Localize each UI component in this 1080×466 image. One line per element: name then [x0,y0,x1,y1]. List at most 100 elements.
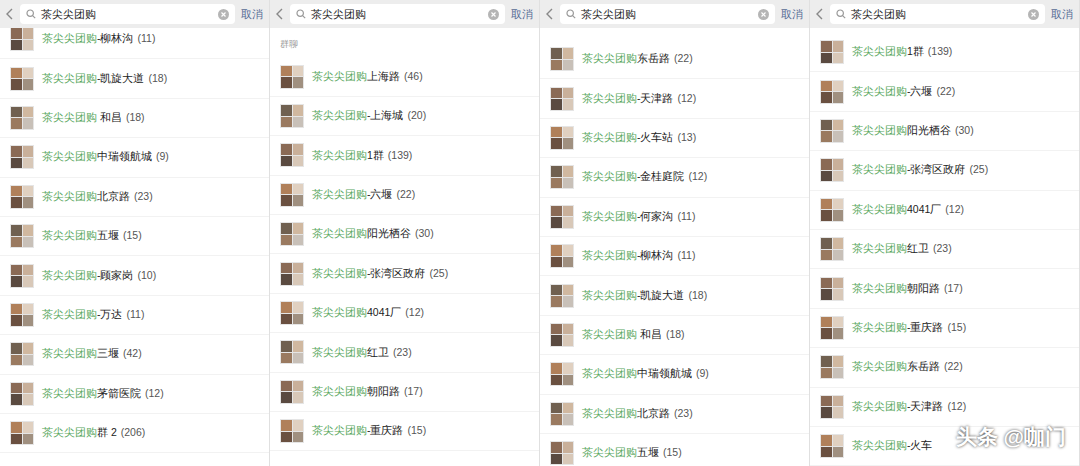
group-row[interactable]: 茶尖尖团购北京路(23) [540,395,809,434]
group-avatar [820,237,844,261]
group-name: 茶尖尖团购-天津路 [852,399,944,415]
watermark: 头条 @咖门 [956,421,1066,453]
member-count: (30) [955,123,974,139]
group-name: 茶尖尖团购-万达 [42,307,123,323]
group-row[interactable]: 茶尖尖团购五堰(15) [540,434,809,466]
search-query: 茶尖尖团购 [581,6,753,23]
group-row[interactable]: 茶尖尖团购东岳路(22) [540,40,809,79]
search-field[interactable]: 茶尖尖团购 [290,4,505,24]
search-field[interactable]: 茶尖尖团购 [20,4,235,24]
group-avatar [820,40,844,64]
clear-icon[interactable] [488,9,499,20]
group-row[interactable]: 茶尖尖团购-凯旋大道(18) [540,276,809,315]
member-count: (12) [678,91,697,107]
group-row[interactable]: 茶尖尖团购红卫(23) [810,230,1079,269]
group-row[interactable]: 茶尖尖团购五堰(15) [0,217,269,256]
phone-screenshot: 茶尖尖团购取消茶尖尖团购-柳林沟(11)茶尖尖团购-凯旋大道(18)茶尖尖团购 … [0,0,270,466]
group-avatar [550,126,574,150]
search-icon [296,9,306,19]
group-avatar [10,264,34,288]
cancel-button[interactable]: 取消 [511,6,533,23]
group-row[interactable]: 茶尖尖团购-重庆路(15) [810,309,1079,348]
member-count: (11) [678,209,696,225]
group-avatar [550,87,574,111]
clear-icon[interactable] [218,9,229,20]
group-name: 茶尖尖团购-柳林沟 [42,31,134,47]
cancel-button[interactable]: 取消 [241,6,263,23]
group-avatar [550,165,574,189]
group-row[interactable]: 茶尖尖团购-重庆路(15) [270,412,539,451]
member-count: (18) [689,288,708,304]
group-row[interactable]: 茶尖尖团购阳光栖谷(30) [810,112,1079,151]
group-row[interactable]: 茶尖尖团购朝阳路(17) [810,269,1079,308]
group-row[interactable]: 茶尖尖团购-火车站(13) [540,119,809,158]
group-row[interactable]: 茶尖尖团购 和昌(18) [540,316,809,355]
group-row[interactable]: 茶尖尖团购-凯旋大道(18) [0,59,269,98]
back-icon[interactable] [816,8,824,20]
group-name: 茶尖尖团购4041厂 [852,202,941,218]
group-row[interactable]: 茶尖尖团购上海路(46) [270,58,539,97]
member-count: (12) [145,386,164,402]
back-icon[interactable] [546,8,554,20]
group-row[interactable]: 茶尖尖团购群 2(206) [0,414,269,453]
member-count: (42) [123,346,142,362]
group-row[interactable]: 茶尖尖团购茅箭医院(12) [0,375,269,414]
clear-icon[interactable] [758,9,769,20]
group-row[interactable]: 茶尖尖团购 和昌(18) [0,99,269,138]
group-row[interactable]: 茶尖尖团购-六堰(22) [810,72,1079,111]
group-row[interactable]: 茶尖尖团购东岳路(22) [810,348,1079,387]
group-row[interactable]: 茶尖尖团购4041厂(12) [270,294,539,333]
group-avatar [550,362,574,386]
member-count: (22) [674,51,693,67]
clear-icon[interactable] [1028,9,1039,20]
group-name: 茶尖尖团购-柳林沟 [582,248,674,264]
member-count: (18) [666,327,685,343]
group-avatar [280,65,304,89]
group-name: 茶尖尖团购-火车 [852,438,933,454]
group-row[interactable]: 茶尖尖团购-张湾区政府(25) [270,254,539,293]
cancel-button[interactable]: 取消 [1051,6,1073,23]
group-row[interactable]: 茶尖尖团购4041厂(12) [810,191,1079,230]
group-avatar [820,80,844,104]
group-name: 茶尖尖团购-火车站 [582,130,674,146]
group-row[interactable]: 茶尖尖团购阳光栖谷(30) [270,215,539,254]
group-row[interactable]: 茶尖尖团购-上海城(20) [270,97,539,136]
back-icon[interactable] [6,8,14,20]
group-row[interactable]: 茶尖尖团购红卫(23) [270,333,539,372]
search-bar: 茶尖尖团购 取消 [540,0,809,28]
group-row[interactable]: 茶尖尖团购-六堰(22) [270,176,539,215]
search-field[interactable]: 茶尖尖团购 [830,4,1045,24]
group-row[interactable]: 茶尖尖团购中瑞领航城(9) [0,138,269,177]
group-row[interactable]: 茶尖尖团购朝阳路(17) [270,373,539,412]
group-row[interactable]: 茶尖尖团购-柳林沟(11) [540,237,809,276]
group-row[interactable]: 茶尖尖团购三堰(42) [0,335,269,374]
group-name: 茶尖尖团购-凯旋大道 [582,288,685,304]
search-query: 茶尖尖团购 [851,6,1023,23]
group-row[interactable]: 茶尖尖团购-天津路(12) [810,388,1079,427]
group-row[interactable]: 茶尖尖团购-顾家岗(10) [0,256,269,295]
member-count: (206) [121,425,146,441]
member-count: (46) [404,69,423,85]
group-row[interactable]: 茶尖尖团购-金桂庭院(12) [540,158,809,197]
group-avatar [550,323,574,347]
group-name: 茶尖尖团购五堰 [42,228,119,244]
group-row[interactable]: 茶尖尖团购-张湾区政府(25) [810,151,1079,190]
member-count: (23) [674,406,693,422]
group-row[interactable]: 茶尖尖团购1群(139) [270,136,539,175]
group-row[interactable]: 茶尖尖团购-天津路(12) [540,79,809,118]
group-row[interactable]: 茶尖尖团购1群(139) [810,33,1079,72]
group-name: 茶尖尖团购-重庆路 [852,320,944,336]
group-row[interactable]: 茶尖尖团购-何家沟(11) [540,198,809,237]
back-icon[interactable] [276,8,284,20]
member-count: (25) [430,266,449,282]
cancel-button[interactable]: 取消 [781,6,803,23]
group-avatar [10,224,34,248]
group-avatar [820,198,844,222]
search-field[interactable]: 茶尖尖团购 [560,4,775,24]
member-count: (25) [970,162,989,178]
group-row[interactable]: 茶尖尖团购北京路(23) [0,178,269,217]
group-avatar [280,262,304,286]
group-row[interactable]: 茶尖尖团购-万达(11) [0,296,269,335]
group-row[interactable]: 茶尖尖团购中瑞领航城(9) [540,355,809,394]
screenshot-collage: 茶尖尖团购取消茶尖尖团购-柳林沟(11)茶尖尖团购-凯旋大道(18)茶尖尖团购 … [0,0,1080,466]
